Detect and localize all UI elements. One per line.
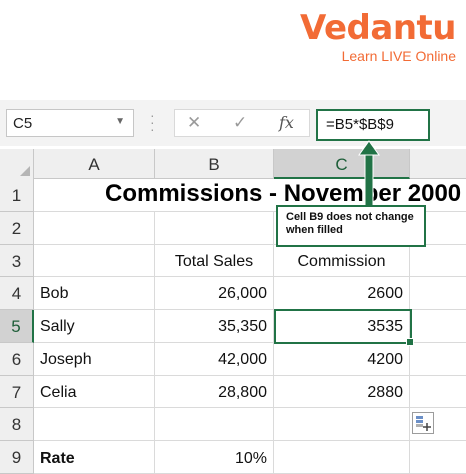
row-header-3[interactable]: 3: [0, 245, 34, 277]
cell-a7[interactable]: Celia: [34, 376, 155, 408]
column-header-b[interactable]: B: [155, 149, 274, 179]
active-cell-selection: [274, 309, 414, 346]
column-header-c[interactable]: C: [274, 149, 410, 179]
cell-a8[interactable]: [34, 408, 155, 441]
auto-fill-options-icon[interactable]: [412, 412, 434, 434]
cell-b7[interactable]: 28,800: [155, 376, 274, 408]
row-header-4[interactable]: 4: [0, 277, 34, 310]
cell-a4[interactable]: Bob: [34, 277, 155, 310]
corner-triangle-icon: [20, 166, 30, 176]
cell-a3[interactable]: [34, 245, 155, 277]
row-header-9[interactable]: 9: [0, 441, 34, 474]
fill-handle[interactable]: [406, 338, 414, 346]
cell-c8[interactable]: [274, 408, 410, 441]
auto-fill-glyph-icon: [416, 416, 431, 431]
arrow-up-icon: [358, 140, 380, 207]
column-header-a[interactable]: A: [34, 149, 155, 179]
spreadsheet-grid: A B C 1 2 3 4 5 6 7 8 9 Total Sales Comm…: [0, 149, 466, 474]
name-box[interactable]: C5 ▼: [6, 109, 134, 137]
cell-c7[interactable]: 2880: [274, 376, 410, 408]
cell-b9[interactable]: 10%: [155, 441, 274, 474]
cell-a2[interactable]: [34, 212, 155, 245]
chevron-down-icon[interactable]: ▼: [115, 116, 125, 127]
cell-b2[interactable]: [155, 212, 274, 245]
cell-b3[interactable]: Total Sales: [155, 245, 274, 277]
formula-input[interactable]: =B5*$B$9: [316, 109, 430, 141]
cell-b4[interactable]: 26,000: [155, 277, 274, 310]
cell-d5[interactable]: [410, 310, 466, 343]
row-header-8[interactable]: 8: [0, 408, 34, 441]
row-header-2[interactable]: 2: [0, 212, 34, 245]
cell-a5[interactable]: Sally: [34, 310, 155, 343]
cell-c4[interactable]: 2600: [274, 277, 410, 310]
cell-d3[interactable]: [410, 245, 466, 277]
logo-tagline: Learn LIVE Online: [341, 48, 456, 64]
column-header-d[interactable]: [410, 149, 466, 179]
cell-b5[interactable]: 35,350: [155, 310, 274, 343]
logo-wordmark: Vedantu: [300, 8, 456, 48]
cell-c9[interactable]: [274, 441, 410, 474]
cell-d9[interactable]: [410, 441, 466, 474]
cell-c3[interactable]: Commission: [274, 245, 410, 277]
row-header-1[interactable]: 1: [0, 179, 34, 212]
formula-buttons: ✕ ✓ fx: [174, 109, 310, 137]
select-all-corner[interactable]: [0, 149, 34, 179]
cell-b8[interactable]: [155, 408, 274, 441]
formula-bar-area: C5 ▼ · · · ✕ ✓ fx =B5*$B$9: [0, 100, 466, 146]
cell-d7[interactable]: [410, 376, 466, 408]
row-header-5[interactable]: 5: [0, 310, 34, 343]
annotation-callout: Cell B9 does not change when filled: [276, 205, 426, 247]
cell-a6[interactable]: Joseph: [34, 343, 155, 376]
vedantu-logo: Vedantu Learn LIVE Online: [300, 8, 456, 64]
name-box-value: C5: [13, 115, 33, 132]
sheet-title: Commissions - November 2000: [105, 180, 462, 207]
row-header-6[interactable]: 6: [0, 343, 34, 376]
insert-function-icon[interactable]: fx: [279, 113, 294, 132]
cell-a9[interactable]: Rate: [34, 441, 155, 474]
cell-c6[interactable]: 4200: [274, 343, 410, 376]
enter-icon[interactable]: ✓: [233, 113, 247, 133]
resize-handle-icon[interactable]: · · ·: [150, 108, 156, 136]
row-header-7[interactable]: 7: [0, 376, 34, 408]
cell-b6[interactable]: 42,000: [155, 343, 274, 376]
cell-d4[interactable]: [410, 277, 466, 310]
cancel-icon[interactable]: ✕: [187, 113, 201, 133]
cell-d6[interactable]: [410, 343, 466, 376]
